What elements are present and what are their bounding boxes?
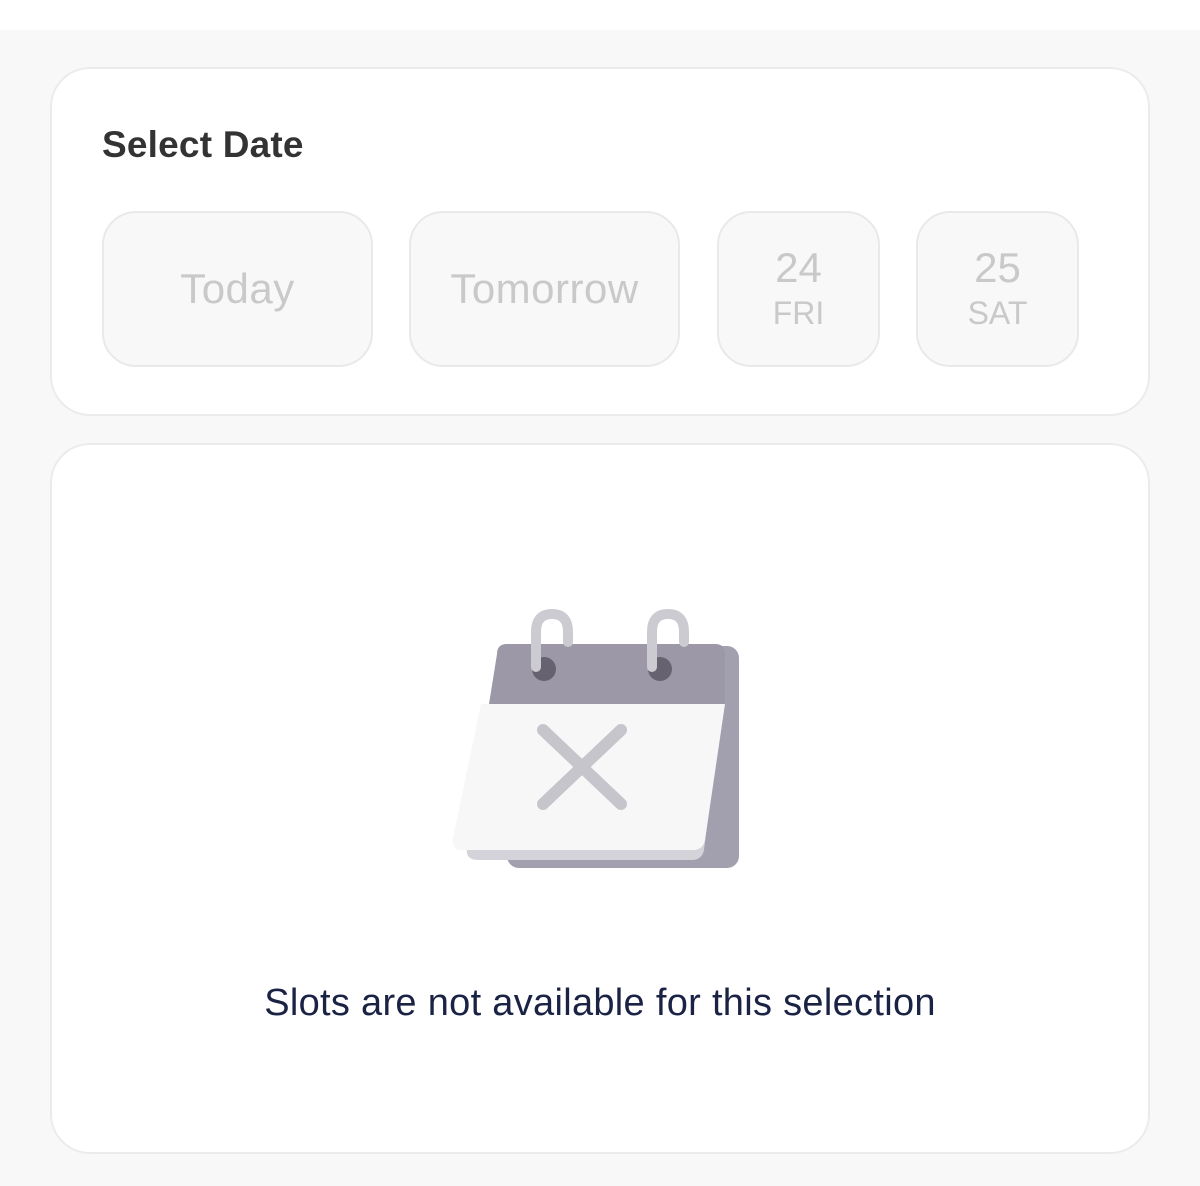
date-chip-label: Tomorrow (450, 265, 639, 312)
date-chip-tomorrow[interactable]: Tomorrow (409, 211, 680, 367)
calendar-cross-icon (449, 608, 749, 878)
date-chip-weekday: FRI (772, 295, 825, 331)
date-selector-card: Select Date Today Tomorrow 24 FRI 25 SAT (50, 67, 1150, 416)
date-chip-25-sat[interactable]: 25 SAT (916, 211, 1079, 367)
empty-state-message: Slots are not available for this selecti… (264, 982, 936, 1024)
date-chip-label: Today (180, 265, 295, 312)
date-chip-day-number: 24 (775, 244, 822, 291)
date-chip-day-number: 25 (974, 244, 1021, 291)
date-chip-today[interactable]: Today (102, 211, 373, 367)
select-date-title: Select Date (102, 124, 304, 165)
slots-card: Slots are not available for this selecti… (50, 443, 1150, 1154)
date-chip-weekday: SAT (967, 295, 1028, 331)
date-chip-24-fri[interactable]: 24 FRI (717, 211, 880, 367)
